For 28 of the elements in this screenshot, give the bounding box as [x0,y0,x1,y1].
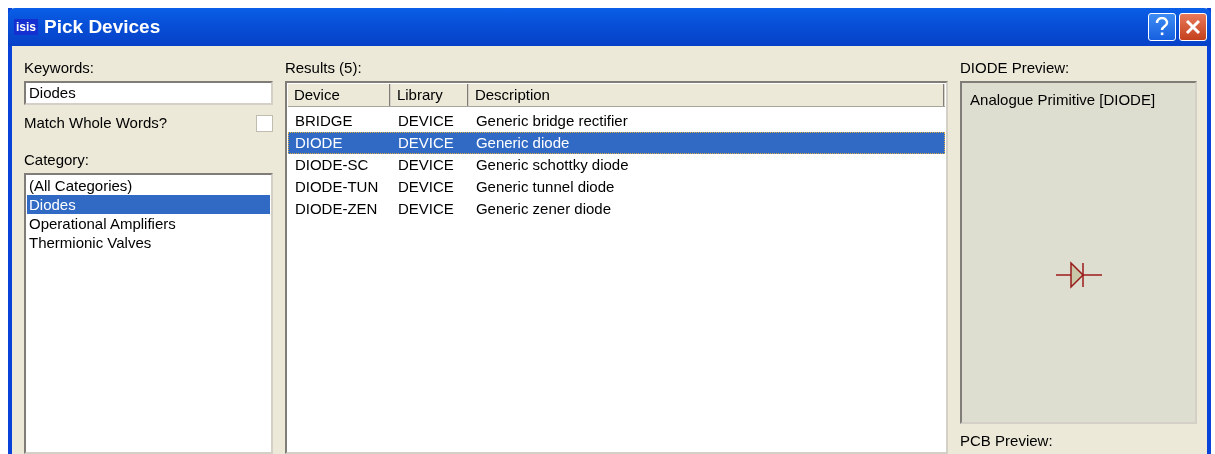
keywords-label: Keywords: [24,57,96,78]
help-button[interactable] [1148,12,1176,41]
close-icon [1185,18,1201,35]
window-title: Pick Devices [44,14,162,39]
result-row[interactable]: DIODE-ZEN DEVICE Generic zener diode [287,198,946,221]
match-whole-words-checkbox[interactable] [255,114,273,132]
preview-label: DIODE Preview: [960,57,1071,78]
result-row[interactable]: BRIDGE DEVICE Generic bridge rectifier [287,110,946,133]
column-header[interactable]: Description [468,83,946,106]
category-item[interactable]: (All Categories) [27,175,270,195]
result-row[interactable]: DIODE-TUN DEVICE Generic tunnel diode [287,176,946,199]
results-label: Results (5): [284,57,363,78]
result-row[interactable]: DIODE-SC DEVICE Generic schottky diode [287,154,946,177]
category-item[interactable]: Diodes [27,194,270,214]
help-icon [1154,16,1170,37]
category-label: Category: [24,149,91,170]
pcb-preview-label: PCB Preview: [960,431,1054,451]
close-button[interactable] [1179,12,1207,41]
diode-symbol-icon [1055,259,1102,290]
category-item[interactable]: Operational Amplifiers [27,213,270,233]
preview-text: Analogue Primitive [DIODE] [970,89,1157,110]
result-row[interactable]: DIODE DEVICE Generic diode [287,132,946,155]
match-whole-words-label: Match Whole Words? [24,113,168,133]
column-header[interactable]: Library [390,83,469,106]
category-item[interactable]: Thermionic Valves [27,232,270,252]
keywords-field[interactable]: Diodes [24,80,273,105]
app-icon: isis [14,18,38,35]
column-header[interactable]: Device [287,83,391,106]
